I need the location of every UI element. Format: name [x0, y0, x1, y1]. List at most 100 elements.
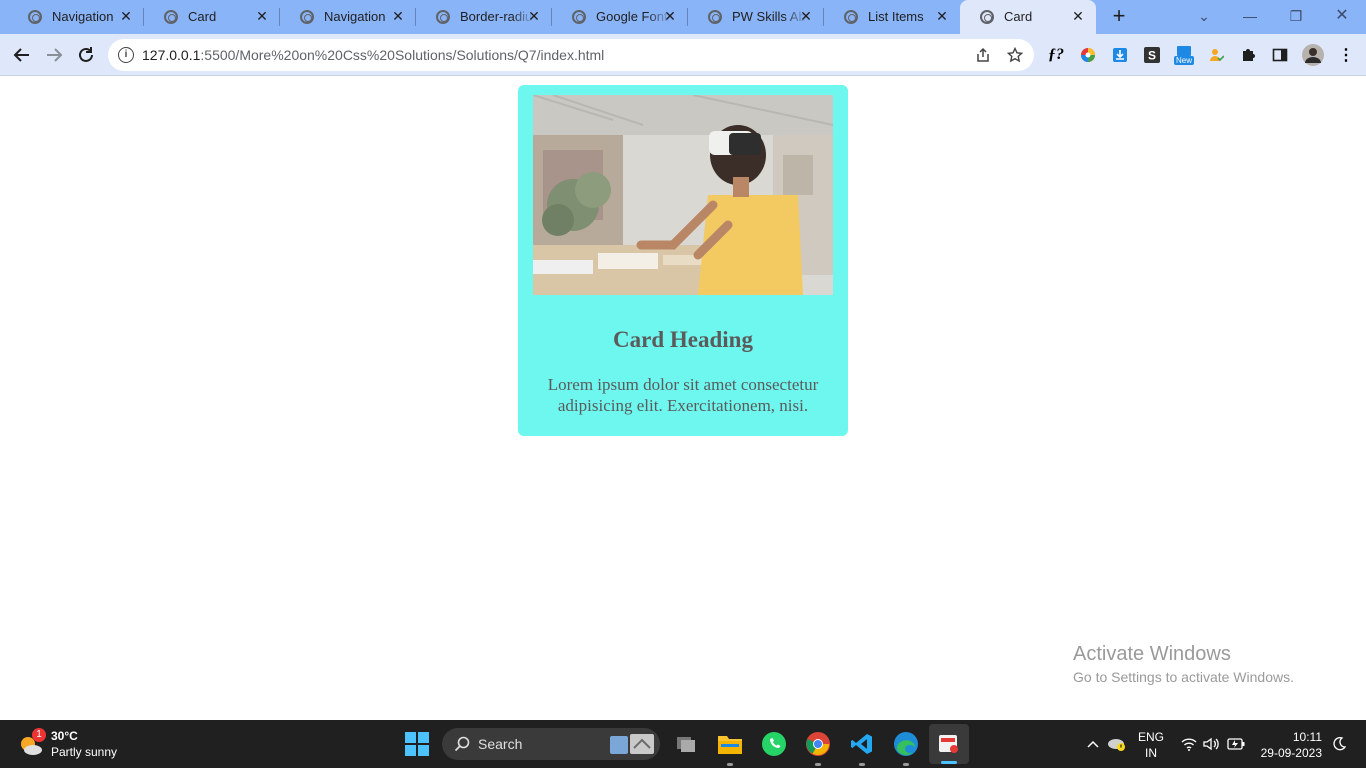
minimize-icon[interactable]: —: [1230, 4, 1270, 28]
globe-icon: [164, 10, 178, 24]
tab-title: Card: [188, 9, 217, 24]
close-tab-icon[interactable]: ✕: [254, 8, 270, 24]
watermark-title: Activate Windows: [1073, 643, 1231, 665]
search-highlight-image: [610, 732, 654, 756]
tab-title: PW Skills About: [732, 9, 806, 24]
running-indicator: [903, 763, 909, 766]
show-hidden-icons-chevron-icon[interactable]: [1084, 720, 1102, 768]
tab-google-fonts[interactable]: Google Fonts ✕: [552, 0, 688, 34]
card-image: [533, 95, 833, 295]
card-heading: Card Heading: [613, 327, 753, 352]
tab-card-1[interactable]: Card ✕: [144, 0, 280, 34]
language-region: IN: [1145, 746, 1157, 760]
tab-navigation-1[interactable]: Navigation ✕: [8, 0, 144, 34]
globe-icon: [28, 10, 42, 24]
language-code: ENG: [1138, 730, 1165, 744]
tab-card-active[interactable]: Card ✕: [960, 0, 1096, 34]
tab-strip: Navigation ✕ Card ✕ Navigation ✕ Border-…: [0, 0, 1366, 34]
weather-condition[interactable]: Partly sunny: [51, 745, 117, 759]
clock-date: 29-09-2023: [1260, 746, 1322, 760]
card-text: Lorem ipsum dolor sit amet consectetur a…: [547, 375, 819, 415]
windows-start-icon[interactable]: [405, 732, 429, 756]
menu-kebab-icon[interactable]: ⋮: [1336, 45, 1356, 65]
new-extension-icon[interactable]: New: [1172, 45, 1196, 65]
person-extension-icon[interactable]: [1206, 45, 1226, 65]
volume-icon[interactable]: [1202, 720, 1220, 768]
close-tab-icon[interactable]: ✕: [662, 8, 678, 24]
side-panel-icon[interactable]: [1270, 45, 1290, 65]
windows-taskbar: 1 30°C Partly sunny Search ENG IN 10:11 …: [0, 720, 1366, 768]
globe-icon: [436, 10, 450, 24]
tab-border-radius[interactable]: Border-radius ✕: [416, 0, 552, 34]
url-host: 127.0.0.1: [142, 47, 201, 63]
active-indicator: [941, 761, 957, 764]
edge-icon[interactable]: [892, 730, 920, 766]
close-tab-icon[interactable]: ✕: [526, 8, 542, 24]
snipping-tool-icon[interactable]: [929, 724, 969, 764]
new-badge: New: [1173, 55, 1194, 65]
tab-title: Border-radius: [460, 9, 534, 24]
tab-title: Navigation: [324, 9, 386, 24]
profile-avatar[interactable]: [1302, 44, 1324, 66]
back-icon[interactable]: [10, 43, 34, 67]
tab-list-items[interactable]: List Items ✕: [824, 0, 960, 34]
file-explorer-icon[interactable]: [716, 730, 744, 766]
share-icon[interactable]: [974, 46, 992, 64]
reload-icon[interactable]: [74, 43, 98, 67]
close-window-icon[interactable]: ✕: [1322, 4, 1362, 28]
tab-navigation-2[interactable]: Navigation ✕: [280, 0, 416, 34]
extensions-puzzle-icon[interactable]: [1238, 45, 1258, 65]
globe-icon: [300, 10, 314, 24]
weather-notification-badge: 1: [32, 728, 46, 742]
whatsapp-icon[interactable]: [760, 730, 788, 758]
color-picker-extension-icon[interactable]: [1078, 45, 1098, 65]
clock-time: 10:11: [1292, 730, 1322, 744]
new-tab-button[interactable]: +: [1108, 5, 1130, 28]
download-extension-icon[interactable]: [1110, 45, 1130, 65]
forward-icon[interactable]: [42, 43, 66, 67]
close-tab-icon[interactable]: ✕: [390, 8, 406, 24]
formula-extension-icon[interactable]: ƒ?: [1046, 45, 1066, 65]
globe-icon: [708, 10, 722, 24]
globe-icon: [980, 10, 994, 24]
tab-title: Google Fonts: [596, 9, 670, 24]
search-label: Search: [478, 736, 523, 752]
system-clock[interactable]: 10:11 29-09-2023: [1258, 729, 1322, 761]
weather-temperature[interactable]: 30°C: [51, 729, 78, 743]
running-indicator: [859, 763, 865, 766]
notifications-moon-icon[interactable]: [1330, 720, 1348, 768]
card: Card Heading Lorem ipsum dolor sit amet …: [518, 85, 848, 436]
globe-icon: [844, 10, 858, 24]
activate-windows-watermark: Activate Windows Go to Settings to activ…: [1073, 643, 1294, 685]
close-tab-icon[interactable]: ✕: [1070, 8, 1086, 24]
vscode-icon[interactable]: [848, 730, 876, 766]
search-icon: [454, 736, 470, 757]
running-indicator: [727, 763, 733, 766]
tab-search-chevron-icon[interactable]: ⌄: [1184, 4, 1224, 28]
onedrive-warning-icon[interactable]: [1106, 720, 1128, 768]
watermark-subtitle: Go to Settings to activate Windows.: [1073, 669, 1294, 685]
address-url: 127.0.0.1:5500/More%20on%20Css%20Solutio…: [142, 47, 604, 63]
close-tab-icon[interactable]: ✕: [798, 8, 814, 24]
restore-icon[interactable]: ❐: [1276, 4, 1316, 28]
chrome-icon[interactable]: [804, 730, 832, 766]
close-tab-icon[interactable]: ✕: [934, 8, 950, 24]
task-view-icon[interactable]: [672, 730, 700, 758]
close-tab-icon[interactable]: ✕: [118, 8, 134, 24]
vr-person-photo: [533, 95, 833, 295]
bookmark-star-icon[interactable]: [1006, 46, 1024, 64]
browser-toolbar: i 127.0.0.1:5500/More%20on%20Css%20Solut…: [0, 34, 1366, 76]
url-path: :5500/More%20on%20Css%20Solutions/Soluti…: [200, 47, 605, 63]
battery-charging-icon[interactable]: [1226, 720, 1246, 768]
s-extension-icon[interactable]: S: [1142, 45, 1162, 65]
wifi-icon[interactable]: [1180, 720, 1198, 768]
address-bar[interactable]: i 127.0.0.1:5500/More%20on%20Css%20Solut…: [108, 39, 1034, 71]
tab-pw-skills[interactable]: PW Skills About ✕: [688, 0, 824, 34]
language-indicator[interactable]: ENG IN: [1138, 729, 1164, 761]
site-info-icon[interactable]: i: [118, 47, 134, 63]
globe-icon: [572, 10, 586, 24]
running-indicator: [815, 763, 821, 766]
page-viewport: Card Heading Lorem ipsum dolor sit amet …: [0, 77, 1366, 720]
svg-text:S: S: [1148, 49, 1156, 63]
taskbar-search[interactable]: Search: [442, 728, 660, 760]
